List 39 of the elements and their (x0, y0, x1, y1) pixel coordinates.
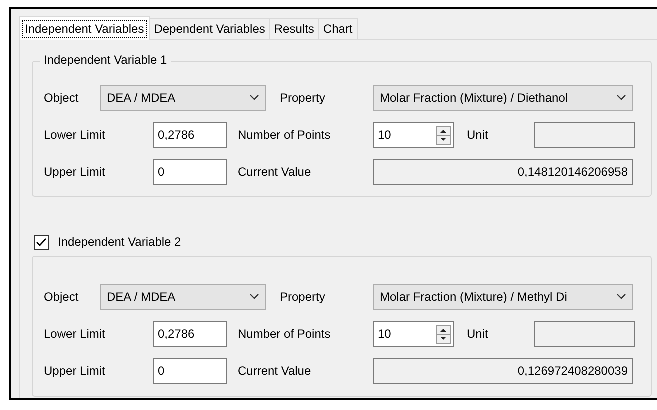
tab[interactable]: Chart (318, 18, 358, 39)
spin-arrows-icon[interactable] (436, 126, 451, 144)
value-field[interactable]: 0,126972408280039 (373, 358, 633, 384)
value-field[interactable]: 0,148120146206958 (373, 159, 633, 185)
field-label: Upper Limit (44, 364, 106, 378)
field-label: Number of Points (238, 327, 332, 341)
number-spinner[interactable]: 10 (373, 122, 454, 148)
input-field[interactable]: 0,2786 (153, 122, 227, 148)
object-dropdown[interactable]: DEA / MDEA (100, 85, 266, 111)
object-dropdown[interactable]: DEA / MDEA (100, 284, 266, 310)
group-title: Independent Variable 1 (40, 53, 172, 67)
unit-field[interactable] (534, 122, 635, 148)
input-field[interactable]: 0 (153, 358, 227, 384)
number-spinner[interactable]: 10 (373, 321, 454, 347)
tab[interactable]: Independent Variables (19, 16, 150, 40)
field-label: Current Value (238, 364, 312, 378)
field-label: Number of Points (238, 128, 332, 142)
property-dropdown[interactable]: Molar Fraction (Mixture) / Methyl Di (373, 284, 633, 310)
unit-field[interactable] (534, 321, 635, 347)
field-label: Object (44, 91, 80, 105)
spin-arrows-icon[interactable] (436, 324, 451, 344)
field-label: Lower Limit (44, 327, 106, 341)
checkbox-label[interactable]: Independent Variable 2 (58, 235, 182, 249)
caret-icon (617, 294, 626, 300)
checkbox[interactable] (34, 234, 49, 250)
caret-icon (250, 95, 259, 101)
input-field[interactable]: 0 (153, 159, 227, 185)
field-label: Current Value (238, 165, 312, 179)
field-label: Property (280, 290, 326, 304)
field-label: Lower Limit (44, 128, 106, 142)
field-label: Unit (467, 128, 490, 142)
field-label: Upper Limit (44, 165, 106, 179)
input-field[interactable]: 0,2786 (153, 321, 227, 347)
field-label: Unit (467, 327, 490, 341)
property-dropdown[interactable]: Molar Fraction (Mixture) / Diethanol (373, 85, 633, 111)
field-label: Object (44, 290, 80, 304)
caret-icon (250, 294, 259, 300)
field-label: Property (280, 91, 326, 105)
caret-icon (617, 95, 626, 101)
